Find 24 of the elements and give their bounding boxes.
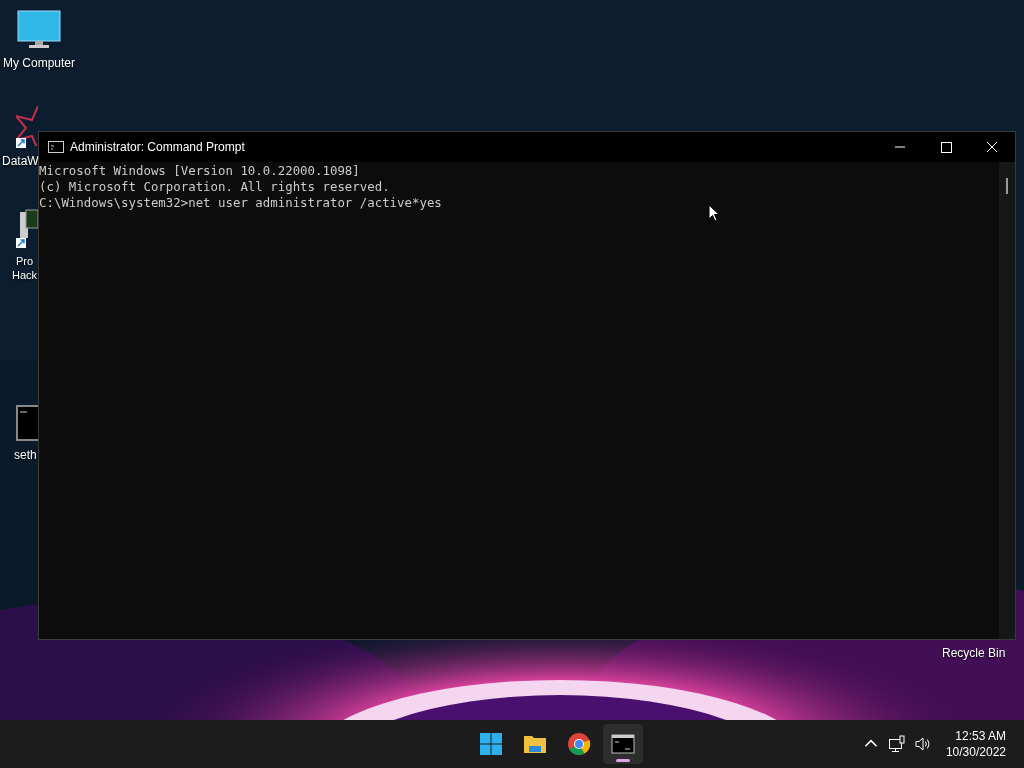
clock-time[interactable]: 12:53 AM	[955, 728, 1006, 744]
console-icon	[48, 141, 64, 153]
window-title: Administrator: Command Prompt	[70, 140, 245, 154]
desktop-icon-label[interactable]: My Computer	[3, 56, 75, 71]
windows-logo-icon	[479, 732, 503, 756]
star-shape-icon[interactable]	[16, 106, 38, 146]
console-line: (c) Microsoft Corporation. All rights reserved.	[39, 179, 391, 195]
scrollbar-thumb[interactable]	[1006, 178, 1008, 194]
console-icon[interactable]	[14, 404, 38, 444]
desktop-icon-label[interactable]: Hack	[12, 268, 38, 282]
clock-date[interactable]: 10/30/2022	[945, 744, 1006, 760]
desktop-icon-label[interactable]: Pro	[16, 254, 34, 268]
console-icon	[611, 732, 635, 756]
taskbar-app-button[interactable]	[603, 724, 643, 764]
desktop-icon-label[interactable]: Recycle Bin	[942, 646, 1006, 661]
volume-icon[interactable]	[913, 735, 932, 753]
console-line: Microsoft Windows [Version 10.0.22000.1098]	[39, 163, 361, 179]
mouse-pointer-icon	[708, 204, 720, 222]
monitor-icon[interactable]	[17, 10, 61, 50]
console-line: C:\Windows\system32>net user administrator /active*yes	[39, 195, 443, 211]
browser-icon	[567, 732, 591, 756]
desktop-icon-label[interactable]: seth	[14, 448, 37, 463]
desktop-icon-label[interactable]: DataW	[2, 154, 39, 169]
network-icon[interactable]	[887, 735, 906, 753]
